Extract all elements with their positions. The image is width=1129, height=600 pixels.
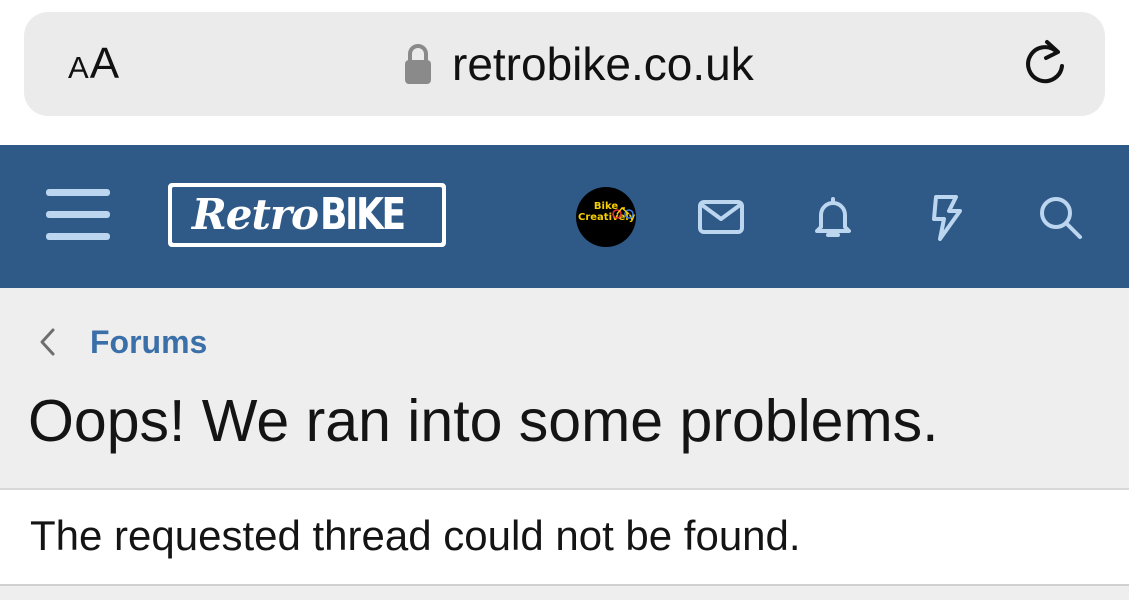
site-header: Retro BIKE Bike Creatively [0, 145, 1129, 288]
hamburger-menu-icon[interactable] [46, 187, 110, 243]
search-icon[interactable] [1036, 193, 1084, 241]
reload-icon[interactable] [1017, 36, 1073, 92]
logo-bike-text: BIKE [320, 189, 406, 240]
address-bar[interactable]: AA retrobike.co.uk [24, 12, 1105, 116]
lock-icon [405, 44, 431, 84]
page-title: Oops! We ran into some problems. [28, 388, 939, 454]
chevron-left-icon[interactable] [36, 324, 60, 360]
user-avatar[interactable]: Bike Creatively [576, 187, 636, 247]
error-message-block: The requested thread could not be found. [0, 488, 1129, 586]
bicycle-icon [612, 207, 634, 219]
error-message: The requested thread could not be found. [30, 512, 801, 559]
site-logo[interactable]: Retro BIKE [168, 183, 446, 247]
lightning-icon[interactable] [922, 193, 970, 241]
url-text: retrobike.co.uk [452, 38, 754, 90]
bell-icon[interactable] [809, 193, 857, 241]
logo-retro-text: Retro [191, 190, 319, 239]
text-size-button[interactable]: AA [68, 36, 120, 92]
breadcrumb-forums-link[interactable]: Forums [90, 324, 207, 361]
envelope-icon[interactable] [697, 193, 745, 241]
browser-chrome: AA retrobike.co.uk [0, 0, 1129, 145]
page-content: Forums Oops! We ran into some problems. … [0, 288, 1129, 600]
url-display[interactable]: retrobike.co.uk [404, 32, 754, 96]
breadcrumb[interactable]: Forums [36, 320, 207, 364]
